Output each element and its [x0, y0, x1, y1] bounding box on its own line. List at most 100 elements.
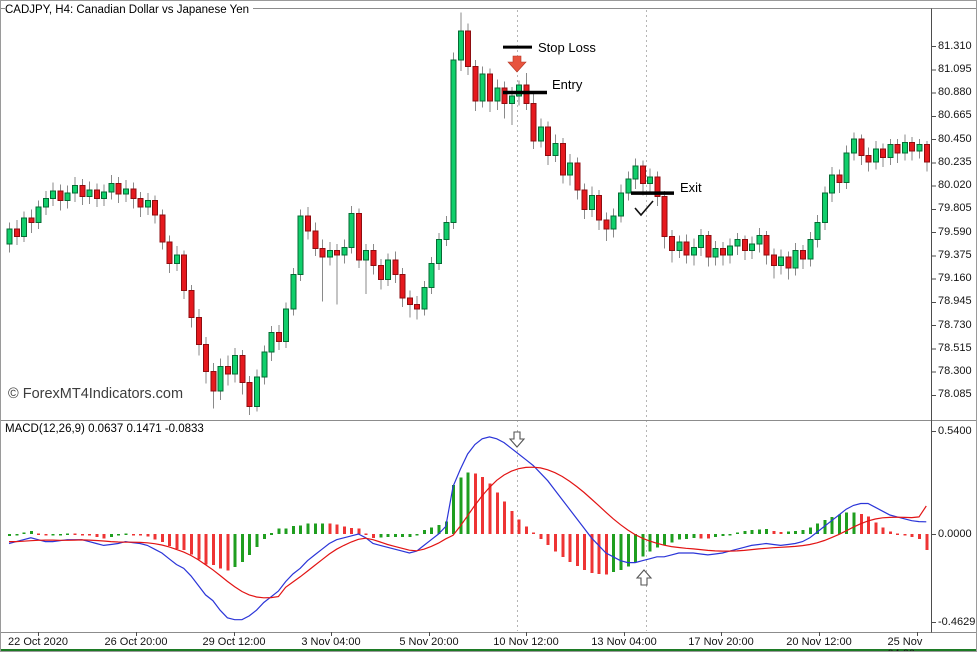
macd-histogram-bar	[539, 534, 542, 539]
candle-body	[640, 166, 645, 183]
time-axis-label: 13 Nov 04:00	[591, 636, 656, 648]
time-axis-label: 26 Oct 20:00	[105, 636, 168, 648]
macd-histogram-bar	[867, 517, 870, 534]
candle-body	[422, 287, 427, 309]
macd-histogram-bar	[44, 534, 47, 536]
macd-histogram-bar	[328, 524, 331, 534]
macd-histogram-bar	[838, 515, 841, 534]
macd-histogram-bar	[700, 534, 703, 538]
candle-body	[822, 193, 827, 222]
price-axis-label: 80.665	[938, 109, 972, 121]
candle-body	[633, 166, 638, 179]
macd-histogram-bar	[809, 527, 812, 534]
macd-histogram-bar	[263, 534, 266, 539]
exit-checkmark-icon	[635, 201, 653, 215]
macd-histogram-bar	[139, 534, 142, 536]
macd-histogram-bar	[212, 534, 215, 565]
candle-body	[495, 88, 500, 101]
macd-histogram-bar	[772, 531, 775, 534]
candle-body	[866, 155, 871, 161]
candle-body	[269, 333, 274, 352]
price-axis-label: 80.450	[938, 133, 972, 145]
candle-body	[487, 74, 492, 101]
macd-histogram-bar	[74, 534, 77, 536]
macd-histogram-bar	[343, 526, 346, 534]
candle-body	[662, 196, 667, 236]
macd-histogram-bar	[532, 532, 535, 534]
macd-histogram-bar	[154, 534, 157, 540]
macd-histogram-bar	[729, 534, 732, 536]
macd-indicator-label: MACD(12,26,9) 0.0637 0.1471 -0.0833	[5, 423, 208, 436]
macd-histogram-bar	[321, 524, 324, 534]
macd-histogram-bar	[8, 534, 11, 536]
macd-histogram-bar	[678, 534, 681, 540]
candle-body	[771, 255, 776, 266]
price-axis-label: 78.300	[938, 365, 972, 377]
candle-body	[597, 195, 602, 220]
candle-body	[342, 247, 347, 255]
candle-body	[204, 345, 209, 372]
chart-canvas[interactable]	[1, 1, 977, 652]
candle-body	[218, 366, 223, 391]
stop-loss-label: Stop Loss	[538, 40, 596, 55]
candle-body	[247, 383, 252, 407]
candle-body	[568, 163, 573, 175]
macd-histogram-bar	[314, 524, 317, 534]
time-axis-label: 10 Nov 12:00	[493, 636, 558, 648]
macd-histogram-bar	[569, 534, 572, 562]
candle-body	[648, 177, 653, 183]
macd-histogram-bar	[787, 532, 790, 534]
candle-body	[94, 190, 99, 199]
macd-histogram-bar	[670, 534, 673, 542]
candle-body	[619, 193, 624, 216]
price-axis-label: 80.020	[938, 179, 972, 191]
macd-histogram-bar	[467, 472, 470, 534]
candle-body	[123, 189, 128, 194]
macd-histogram-bar	[852, 512, 855, 534]
price-axis-label: 79.160	[938, 272, 972, 284]
time-axis-label: 5 Nov 20:00	[399, 636, 458, 648]
macd-histogram-bar	[372, 534, 375, 538]
time-axis-label: 29 Oct 12:00	[203, 636, 266, 648]
macd-histogram-bar	[365, 534, 368, 536]
candle-body	[720, 248, 725, 254]
candle-body	[305, 216, 310, 231]
macd-histogram-bar	[663, 534, 666, 546]
macd-histogram-bar	[285, 528, 288, 534]
candle-body	[859, 139, 864, 155]
time-axis-label: 3 Nov 04:00	[301, 636, 360, 648]
macd-histogram-bar	[408, 534, 411, 537]
macd-histogram-bar	[707, 534, 710, 539]
macd-histogram-bar	[299, 525, 302, 534]
macd-histogram-bar	[15, 534, 18, 536]
candle-body	[786, 257, 791, 268]
annotations-group	[503, 47, 674, 585]
candle-body	[211, 372, 216, 391]
candle-body	[764, 235, 769, 254]
candle-body	[225, 366, 230, 374]
candle-body	[349, 214, 354, 248]
macd-histogram-bar	[620, 534, 623, 570]
candle-body	[575, 163, 580, 190]
macd-histogram-bar	[889, 532, 892, 534]
macd-histogram-bar	[576, 534, 579, 566]
candle-body	[844, 153, 849, 182]
macd-histogram-bar	[103, 534, 106, 538]
exit-label: Exit	[680, 180, 702, 195]
macd-histogram-bar	[765, 529, 768, 534]
candle-body	[14, 229, 19, 237]
candle-body	[116, 183, 121, 194]
sell-arrow-icon	[508, 56, 526, 72]
macd-histogram-bar	[241, 534, 244, 562]
candle-body	[356, 214, 361, 261]
price-axis-label: 79.805	[938, 202, 972, 214]
candle-body	[582, 190, 587, 209]
candle-body	[604, 220, 609, 229]
candle-body	[793, 250, 798, 267]
macd-histogram-bar	[416, 534, 419, 536]
candle-body	[684, 242, 689, 255]
macd-histogram-bar	[649, 534, 652, 552]
macd-histogram-group	[8, 472, 928, 574]
macd-histogram-bar	[736, 532, 739, 534]
candle-body	[320, 248, 325, 257]
